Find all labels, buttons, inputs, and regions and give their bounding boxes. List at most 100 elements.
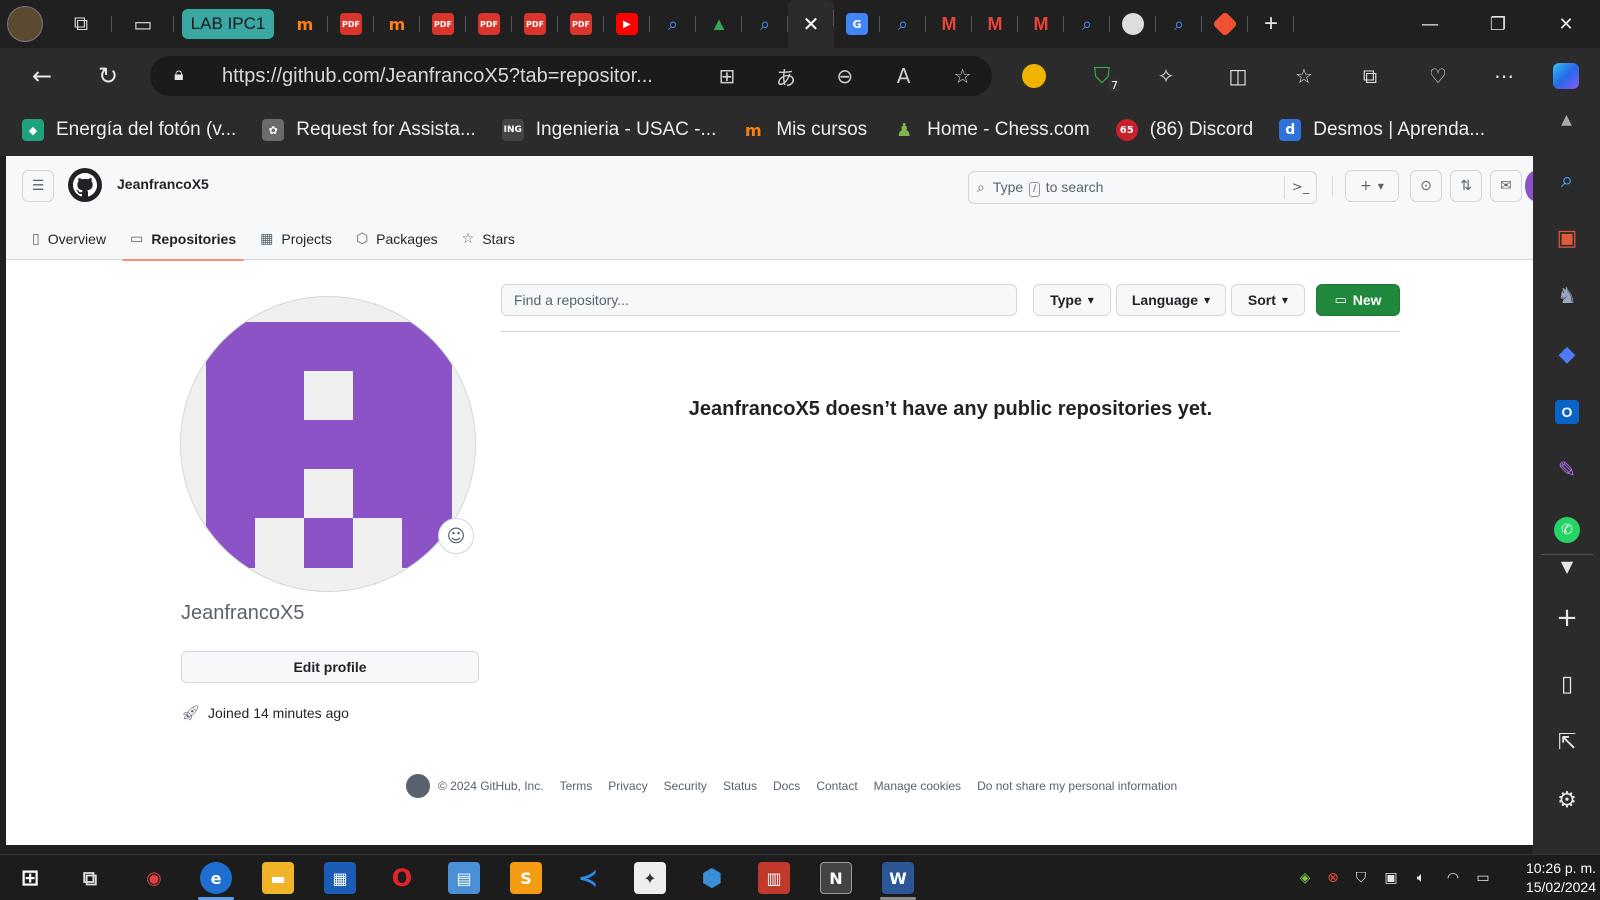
favorite-link[interactable]: m Mis cursos (742, 119, 867, 141)
window-close-icon[interactable]: ✕ (1532, 0, 1600, 48)
refresh-icon[interactable]: ↻ (84, 56, 132, 96)
url-text[interactable]: https://github.com/JeanfrancoX5?tab=repo… (222, 65, 683, 88)
pull-requests-icon[interactable]: ⇅ (1450, 170, 1482, 202)
new-repository-button[interactable]: ▭ New (1316, 284, 1400, 316)
workspaces-icon[interactable]: ⧉ (50, 6, 112, 42)
shield-extension-icon[interactable]: ⛉ 7 (1084, 60, 1120, 92)
create-new-icon[interactable]: + ▼ (1345, 170, 1399, 202)
sublime-text-icon[interactable]: S (510, 862, 542, 894)
tab-packages[interactable]: ⬡ Packages (348, 218, 446, 260)
header-username[interactable]: JeanfrancoX5 (117, 176, 209, 192)
language-filter-button[interactable]: Language ▼ (1116, 284, 1226, 316)
favorite-link[interactable]: ◆ Energía del fotón (v... (22, 119, 236, 141)
tab-repositories[interactable]: ▭ Repositories (122, 218, 245, 261)
scroll-up-icon[interactable]: ▲ (1533, 112, 1600, 140)
wifi-icon[interactable]: ◠ (1442, 867, 1464, 889)
tab-overview[interactable]: ▯ Overview (24, 218, 114, 260)
back-icon[interactable]: ← (18, 56, 66, 96)
header-avatar[interactable] (1525, 171, 1533, 201)
more-menu-icon[interactable]: ⋯ (1486, 60, 1522, 92)
tab-close-icon[interactable]: ✕ (788, 0, 834, 48)
tab-pdf-icon[interactable]: PDF (328, 6, 374, 42)
favorite-link[interactable]: ING Ingenieria - USAC -... (501, 119, 716, 141)
footer-link-terms[interactable]: Terms (560, 779, 593, 793)
tab-gmail-icon[interactable]: M (972, 6, 1018, 42)
file-explorer-icon[interactable]: ▬ (262, 862, 294, 894)
zoom-icon[interactable]: ⊖ (815, 64, 874, 88)
lock-icon[interactable]: 🔒︎ (174, 64, 184, 85)
type-filter-button[interactable]: Type ▼ (1033, 284, 1111, 316)
tab-gmail-icon[interactable]: M (1018, 6, 1064, 42)
tab-group-lab[interactable]: LAB IPC1 (182, 9, 274, 39)
scratch-app-icon[interactable]: ✦ (634, 862, 666, 894)
footer-link-docs[interactable]: Docs (773, 779, 800, 793)
tab-gmail-icon[interactable]: M (926, 6, 972, 42)
tab-pdf-icon[interactable]: PDF (558, 6, 604, 42)
footer-link-do-not-share[interactable]: Do not share my personal information (977, 779, 1177, 793)
tab-git-icon[interactable] (1202, 6, 1248, 42)
nvidia-tray-icon[interactable]: ◈ (1294, 867, 1316, 889)
security-tray-icon[interactable]: ⛉ (1350, 867, 1372, 889)
tab-moodle-icon[interactable]: m (282, 6, 328, 42)
apps-icon[interactable]: ⊞ (697, 64, 756, 88)
issues-icon[interactable]: ⊙ (1410, 170, 1442, 202)
sidebar-outlook-icon[interactable]: O (1547, 392, 1587, 432)
sidebar-add-icon[interactable]: + (1547, 598, 1587, 638)
tab-moodle-icon[interactable]: m (374, 6, 420, 42)
minimize-icon[interactable]: — (1396, 0, 1464, 48)
tab-pdf-icon[interactable]: PDF (420, 6, 466, 42)
edge-taskbar-icon[interactable]: e (200, 862, 232, 894)
volume-icon[interactable]: 🔈︎ (1410, 867, 1432, 889)
edit-profile-button[interactable]: Edit profile (181, 651, 479, 683)
extensions-puzzle-icon[interactable]: ✧ (1148, 60, 1184, 92)
tab-search-icon[interactable]: ⌕ (1064, 6, 1110, 42)
task-view-icon[interactable]: ⧉ (74, 862, 106, 894)
sidebar-games-icon[interactable]: ♞ (1547, 276, 1587, 316)
sidebar-panel-icon[interactable]: ▯ (1547, 664, 1587, 704)
tab-stars[interactable]: ☆ Stars (454, 218, 523, 260)
tab-search-icon[interactable]: ⌕ (880, 6, 926, 42)
sidebar-settings-icon[interactable]: ⚙ (1547, 780, 1587, 820)
favorite-link[interactable]: ✿ Request for Assista... (262, 119, 476, 141)
profile-avatar[interactable] (0, 6, 50, 42)
sort-filter-button[interactable]: Sort ▼ (1231, 284, 1305, 316)
virtualbox-icon[interactable]: ⬢ (696, 862, 728, 894)
favorite-star-icon[interactable]: ☆ (933, 64, 992, 88)
sidebar-external-icon[interactable]: ⇱ (1547, 722, 1587, 762)
restore-icon[interactable]: ❐ (1464, 0, 1532, 48)
hamburger-menu-icon[interactable]: ☰ (22, 170, 54, 202)
tab-search-icon[interactable]: ⌕ (742, 6, 788, 42)
footer-link-privacy[interactable]: Privacy (608, 779, 647, 793)
profile-avatar-image[interactable] (180, 296, 476, 592)
read-aloud-icon[interactable]: A (874, 64, 933, 88)
tab-projects[interactable]: ▦ Projects (252, 218, 340, 260)
address-bar[interactable]: 🔒︎ https://github.com/JeanfrancoX5?tab=r… (150, 56, 992, 96)
store-icon[interactable]: ▦ (324, 862, 356, 894)
opera-icon[interactable]: O (386, 862, 418, 894)
error-tray-icon[interactable]: ⊗ (1322, 867, 1344, 889)
tab-translate-icon[interactable]: G (834, 6, 880, 42)
sidebar-expand-icon[interactable]: ▼ (1547, 546, 1587, 586)
favorite-link[interactable]: d Desmos | Aprenda... (1279, 119, 1485, 141)
word-icon[interactable]: W (882, 862, 914, 894)
notion-icon[interactable]: N (820, 862, 852, 894)
tab-search-icon[interactable]: ⌕ (650, 6, 696, 42)
footer-link-manage-cookies[interactable]: Manage cookies (874, 779, 961, 793)
sidebar-search-icon[interactable]: ⌕ (1547, 160, 1587, 200)
favorites-icon[interactable]: ☆ (1286, 60, 1322, 92)
sidebar-whatsapp-icon[interactable]: ✆ (1547, 510, 1587, 550)
copilot-icon[interactable] (1548, 60, 1584, 92)
command-palette-icon[interactable]: >_ (1284, 176, 1316, 199)
display-tray-icon[interactable]: ▣ (1380, 867, 1402, 889)
sidebar-tools-icon[interactable]: ▣ (1547, 218, 1587, 258)
favorite-link[interactable]: ♟ Home - Chess.com (893, 119, 1090, 141)
new-tab-icon[interactable]: + (1248, 6, 1294, 42)
control-panel-icon[interactable]: ▤ (448, 862, 480, 894)
search-input[interactable]: ⌕ Type / to search >_ (968, 171, 1317, 204)
battery-icon[interactable]: ▭ (1472, 867, 1494, 889)
tab-youtube-icon[interactable]: ▶ (604, 6, 650, 42)
favorite-link[interactable]: 65 (86) Discord (1115, 119, 1253, 141)
find-repository-input[interactable]: Find a repository... (501, 284, 1017, 316)
github-logo-icon[interactable] (68, 168, 102, 202)
tab-search-icon[interactable]: ⌕ (1156, 6, 1202, 42)
